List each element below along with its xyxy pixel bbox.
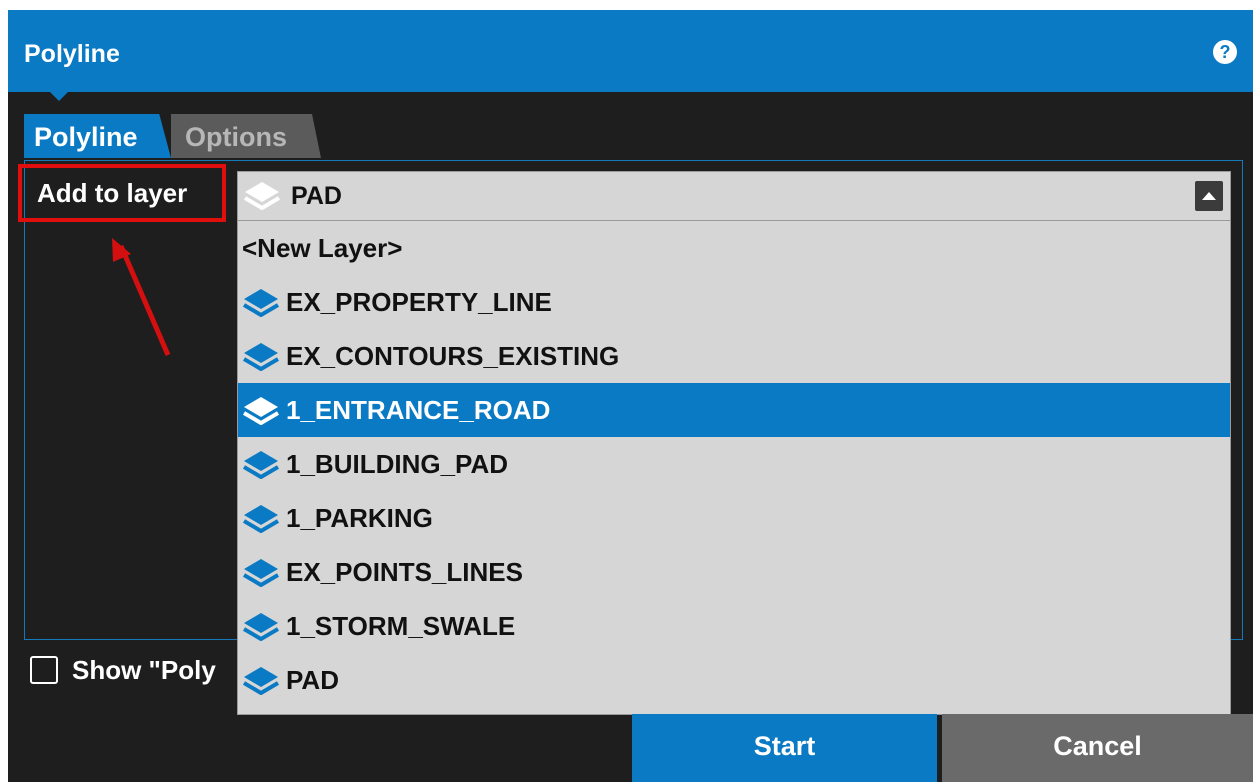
- option-label: 1_ENTRANCE_ROAD: [286, 395, 551, 425]
- option-label: 1_PARKING: [286, 503, 433, 533]
- option-label: EX_POINTS_LINES: [286, 557, 523, 587]
- option-label: 1_BUILDING_PAD: [286, 449, 509, 479]
- option-label: EX_CONTOURS_EXISTING: [286, 341, 620, 371]
- option-label: EX_PROPERTY_LINE: [286, 287, 552, 317]
- layers-icon: [242, 343, 280, 371]
- layers-icon: [243, 182, 281, 210]
- dropdown-option[interactable]: EX_CONTOURS_EXISTING: [238, 329, 1230, 383]
- start-button[interactable]: Start: [632, 714, 937, 782]
- layers-icon: [242, 667, 280, 695]
- layers-icon: [242, 613, 280, 641]
- chevron-up-icon: [1202, 192, 1216, 200]
- dropdown-toggle-button[interactable]: [1195, 181, 1223, 211]
- dropdown-option[interactable]: 1_BUILDING_PAD: [238, 437, 1230, 491]
- dropdown-option[interactable]: EX_POINTS_LINES: [238, 545, 1230, 599]
- layers-icon: [242, 451, 280, 479]
- option-label: 1_STORM_SWALE: [286, 611, 516, 641]
- show-checkbox[interactable]: [30, 656, 58, 684]
- dropdown-option-highlighted[interactable]: 1_ENTRANCE_ROAD: [238, 383, 1230, 437]
- dropdown-option[interactable]: PAD: [238, 653, 1230, 707]
- option-label: PAD: [286, 665, 339, 695]
- dropdown-option[interactable]: 1_STORM_SWALE: [238, 599, 1230, 653]
- dropdown-option-new-layer[interactable]: <New Layer>: [238, 221, 1230, 275]
- show-checkbox-label: Show "Poly: [72, 655, 216, 685]
- layer-dropdown-list: <New Layer> EX_PROPERTY_LINE EX_CONTOURS…: [237, 221, 1231, 715]
- option-label: <New Layer>: [242, 233, 403, 263]
- layers-icon: [242, 559, 280, 587]
- dropdown-option[interactable]: EX_PROPERTY_LINE: [238, 275, 1230, 329]
- combo-selected-value: PAD: [291, 182, 342, 210]
- cancel-button[interactable]: Cancel: [942, 714, 1253, 782]
- layers-icon: [242, 397, 280, 425]
- layers-icon: [242, 505, 280, 533]
- layer-combobox[interactable]: PAD: [237, 171, 1231, 221]
- dropdown-option[interactable]: 1_PARKING: [238, 491, 1230, 545]
- polyline-dialog: Polyline ? Polyline Options Add to layer…: [8, 10, 1253, 782]
- layers-icon: [242, 289, 280, 317]
